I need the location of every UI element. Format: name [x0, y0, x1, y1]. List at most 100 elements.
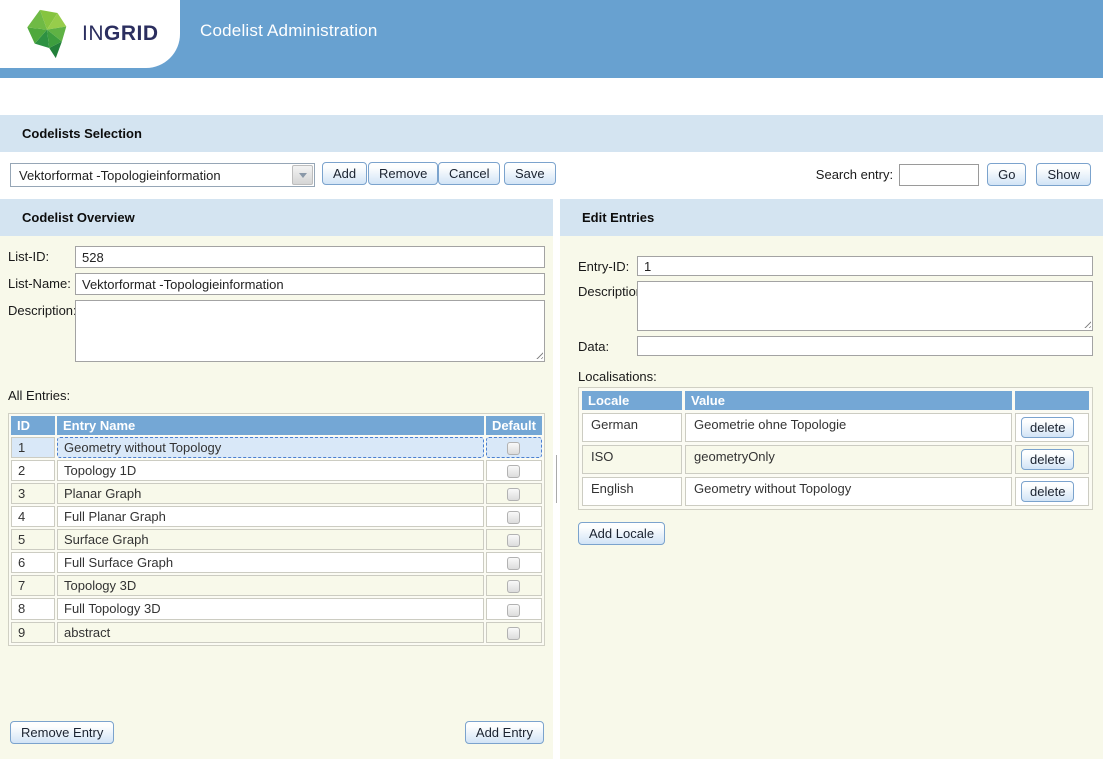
edit-entries-content: Entry-ID: Description: Data: Localisatio… [560, 236, 1103, 545]
search-entry-input[interactable] [899, 164, 979, 186]
codelists-selection-bar: Codelists Selection [0, 115, 1103, 152]
table-row[interactable]: 6 Full Surface Graph [11, 552, 542, 573]
localisations-table: Locale Value German Geometrie ohne Topol… [578, 387, 1093, 510]
entry-default-cell[interactable] [486, 460, 542, 481]
ingrid-wordmark: INGRID [82, 22, 159, 46]
locale-cell[interactable]: German [582, 413, 682, 442]
value-cell[interactable]: Geometrie ohne Topologie [685, 413, 1012, 442]
entry-default-cell[interactable] [486, 529, 542, 550]
locale-cell[interactable]: English [582, 477, 682, 506]
entries-table: ID Entry Name Default 1 Geometry without… [8, 413, 545, 646]
add-codelist-button[interactable]: Add [322, 162, 367, 185]
table-row[interactable]: 1 Geometry without Topology [11, 437, 542, 458]
delete-locale-button[interactable]: delete [1021, 449, 1074, 470]
entry-name-cell[interactable]: Full Planar Graph [57, 506, 484, 527]
remove-entry-button[interactable]: Remove Entry [10, 721, 114, 744]
localisations-header-row: Locale Value [582, 391, 1089, 410]
value-cell[interactable]: geometryOnly [685, 445, 1012, 474]
entry-default-cell[interactable] [486, 437, 542, 458]
entry-name-cell[interactable]: Planar Graph [57, 483, 484, 504]
table-row[interactable]: 9 abstract [11, 622, 542, 643]
default-checkbox[interactable] [507, 442, 520, 455]
table-row[interactable]: 2 Topology 1D [11, 460, 542, 481]
entry-id-cell[interactable]: 4 [11, 506, 55, 527]
entry-id-cell[interactable]: 2 [11, 460, 55, 481]
locale-header: Locale [582, 391, 682, 410]
save-button[interactable]: Save [504, 162, 556, 185]
table-row[interactable]: 5 Surface Graph [11, 529, 542, 550]
list-item[interactable]: English Geometry without Topology delete [582, 477, 1089, 506]
chevron-down-icon [299, 173, 307, 178]
wordmark-grid: GRID [104, 22, 159, 45]
entry-default-cell[interactable] [486, 483, 542, 504]
entry-name-cell[interactable]: Surface Graph [57, 529, 484, 550]
list-item[interactable]: German Geometrie ohne Topologie delete [582, 413, 1089, 442]
entries-header-default[interactable]: Default [486, 416, 542, 435]
wordmark-in: IN [82, 22, 104, 45]
actions-header [1015, 391, 1089, 410]
entry-id-field[interactable] [637, 256, 1093, 276]
default-checkbox[interactable] [507, 511, 520, 524]
add-entry-button[interactable]: Add Entry [465, 721, 544, 744]
entry-id-cell[interactable]: 3 [11, 483, 55, 504]
entry-id-cell[interactable]: 1 [11, 437, 55, 458]
cancel-button[interactable]: Cancel [438, 162, 500, 185]
default-checkbox[interactable] [507, 627, 520, 640]
entry-name-cell[interactable]: Topology 3D [57, 575, 484, 596]
list-item[interactable]: ISO geometryOnly delete [582, 445, 1089, 474]
value-cell[interactable]: Geometry without Topology [685, 477, 1012, 506]
delete-locale-button[interactable]: delete [1021, 481, 1074, 502]
entry-name-cell[interactable]: Full Surface Graph [57, 552, 484, 573]
default-checkbox[interactable] [507, 534, 520, 547]
all-entries-label: All Entries: [8, 388, 545, 403]
entry-data-field[interactable] [637, 336, 1093, 356]
entry-description-label: Description: [578, 281, 637, 331]
entry-default-cell[interactable] [486, 575, 542, 596]
dropdown-arrow-button[interactable] [292, 165, 313, 185]
entries-header-id[interactable]: ID [11, 416, 55, 435]
entry-description-field[interactable] [637, 281, 1093, 331]
codelist-overview-panel: Codelist Overview List-ID: List-Name: De… [0, 199, 553, 759]
locale-cell[interactable]: ISO [582, 445, 682, 474]
add-locale-button[interactable]: Add Locale [578, 522, 665, 545]
entry-id-cell[interactable]: 9 [11, 622, 55, 643]
entry-default-cell[interactable] [486, 506, 542, 527]
entry-default-cell[interactable] [486, 598, 542, 619]
codelist-administration-page: INGRID Codelist Administration Codelists… [0, 0, 1103, 759]
codelist-overview-content: List-ID: List-Name: Description: All Ent… [0, 236, 553, 646]
table-row[interactable]: 7 Topology 3D [11, 575, 542, 596]
entries-footer: Remove Entry Add Entry [10, 721, 544, 744]
list-id-field[interactable] [75, 246, 545, 268]
entry-id-cell[interactable]: 8 [11, 598, 55, 619]
table-row[interactable]: 4 Full Planar Graph [11, 506, 542, 527]
default-checkbox[interactable] [507, 604, 520, 617]
entry-name-cell[interactable]: Geometry without Topology [57, 437, 484, 458]
splitter-handle[interactable] [556, 455, 557, 503]
default-checkbox[interactable] [507, 580, 520, 593]
entry-default-cell[interactable] [486, 622, 542, 643]
entry-name-cell[interactable]: Full Topology 3D [57, 598, 484, 619]
remove-codelist-button[interactable]: Remove [368, 162, 438, 185]
default-checkbox[interactable] [507, 488, 520, 501]
entries-table-header-row: ID Entry Name Default [11, 416, 542, 435]
default-checkbox[interactable] [507, 465, 520, 478]
default-checkbox[interactable] [507, 557, 520, 570]
delete-locale-button[interactable]: delete [1021, 417, 1074, 438]
search-go-button[interactable]: Go [987, 163, 1026, 186]
entry-default-cell[interactable] [486, 552, 542, 573]
entry-id-cell[interactable]: 5 [11, 529, 55, 550]
table-row[interactable]: 3 Planar Graph [11, 483, 542, 504]
entries-header-name[interactable]: Entry Name [57, 416, 484, 435]
edit-entries-panel: Edit Entries Entry-ID: Description: Data… [560, 199, 1103, 759]
search-show-button[interactable]: Show [1036, 163, 1091, 186]
codelist-dropdown[interactable]: Vektorformat -Topologieinformation [10, 163, 315, 187]
codelist-overview-title: Codelist Overview [22, 210, 135, 225]
entry-name-cell[interactable]: abstract [57, 622, 484, 643]
list-name-field[interactable] [75, 273, 545, 295]
list-description-field[interactable] [75, 300, 545, 362]
table-row[interactable]: 8 Full Topology 3D [11, 598, 542, 619]
search-entry-label: Search entry: [816, 167, 893, 182]
entry-id-cell[interactable]: 6 [11, 552, 55, 573]
entry-name-cell[interactable]: Topology 1D [57, 460, 484, 481]
entry-id-cell[interactable]: 7 [11, 575, 55, 596]
